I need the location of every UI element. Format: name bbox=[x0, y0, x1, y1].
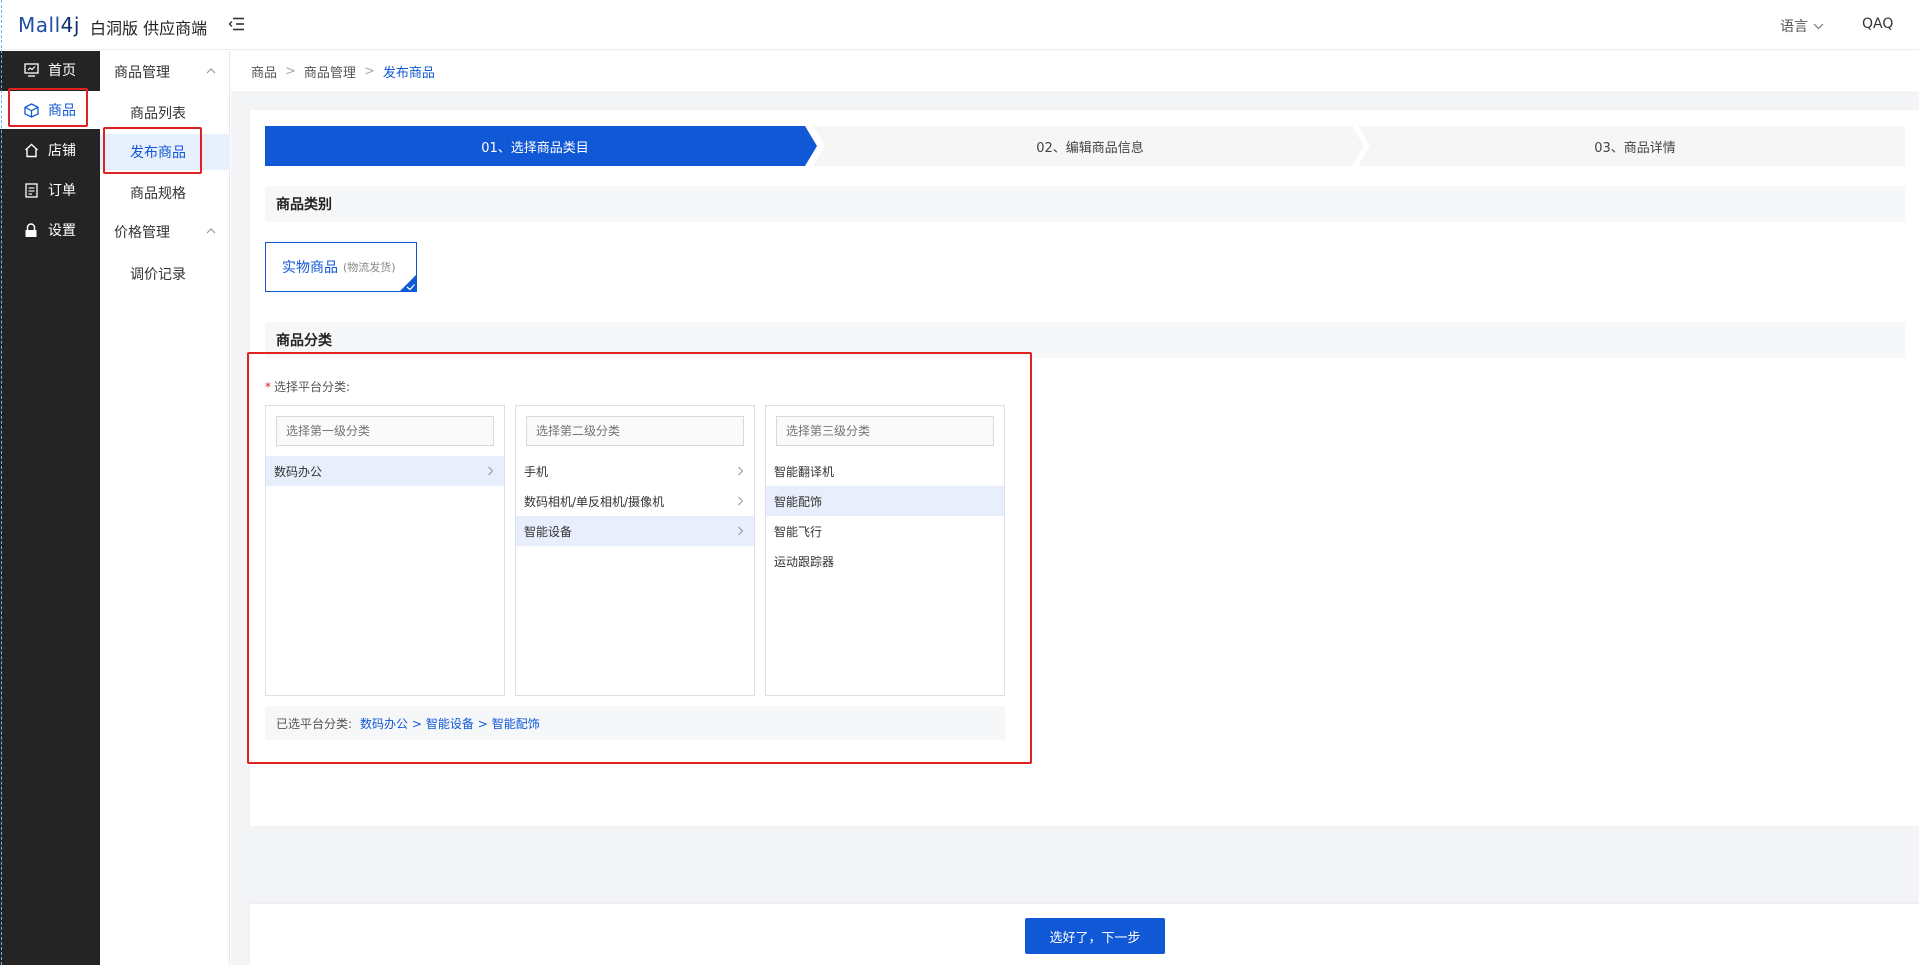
category-option-label: 数码相机/单反相机/摄像机 bbox=[524, 494, 665, 509]
sub-menu: 商品管理 商品列表 发布商品 商品规格 价格管理 调价记录 bbox=[100, 51, 230, 965]
home-monitor-icon bbox=[23, 62, 39, 78]
sidebar-item-product[interactable]: 商品 bbox=[0, 91, 100, 129]
top-header: Mall4j 白洞版 供应商端 语言 QAQ bbox=[0, 0, 1919, 50]
category-option-label: 运动跟踪器 bbox=[774, 554, 835, 569]
chevron-right-icon bbox=[738, 496, 744, 506]
cube-icon bbox=[23, 102, 39, 118]
category-option[interactable]: 数码办公 bbox=[266, 456, 504, 486]
breadcrumb-item[interactable]: 商品管理 bbox=[304, 62, 356, 81]
sidebar-item-label: 订单 bbox=[48, 183, 76, 199]
sidebar-item-settings[interactable]: 设置 bbox=[0, 211, 100, 249]
submenu-group-product-mgmt[interactable]: 商品管理 bbox=[100, 57, 230, 87]
submenu-group-label: 商品管理 bbox=[114, 65, 170, 81]
product-type-sub: (物流发货) bbox=[343, 261, 396, 274]
next-step-button[interactable]: 选好了，下一步 bbox=[1025, 918, 1165, 954]
category-column-level2: 手机 数码相机/单反相机/摄像机 智能设备 bbox=[515, 405, 755, 696]
chevron-right-icon bbox=[488, 466, 494, 476]
category-option-label: 手机 bbox=[524, 464, 549, 479]
category-option[interactable]: 智能翻译机 bbox=[766, 456, 1004, 486]
logo-text-part1: Mall bbox=[18, 13, 61, 37]
sidebar-item-home[interactable]: 首页 bbox=[0, 51, 100, 89]
section-title-category: 商品分类 bbox=[265, 322, 1905, 358]
guide-dashed-line bbox=[1, 0, 2, 965]
logo: Mall4j bbox=[18, 13, 80, 37]
submenu-item-product-list[interactable]: 商品列表 bbox=[100, 95, 230, 131]
selected-category-crumb: 智能配饰 bbox=[491, 716, 540, 731]
step-1-label: 01、选择商品类目 bbox=[481, 140, 589, 156]
category-option-label: 智能飞行 bbox=[774, 524, 823, 539]
sidebar-item-shop[interactable]: 店铺 bbox=[0, 131, 100, 169]
category-option-label: 数码办公 bbox=[274, 464, 323, 479]
category-option[interactable]: 数码相机/单反相机/摄像机 bbox=[516, 486, 754, 516]
selected-category-label: 已选平台分类: bbox=[276, 716, 353, 731]
category-column-level3: 智能翻译机 智能配饰 智能飞行 运动跟踪器 bbox=[765, 405, 1005, 696]
sidebar-item-label: 设置 bbox=[48, 223, 76, 239]
category-option[interactable]: 智能设备 bbox=[516, 516, 754, 546]
breadcrumb-separator-icon: > bbox=[363, 63, 375, 79]
submenu-group-label: 价格管理 bbox=[114, 225, 170, 241]
selected-category-crumb: 数码办公 > bbox=[360, 716, 422, 731]
product-type-card-physical[interactable]: 实物商品 (物流发货) bbox=[265, 242, 417, 292]
logo-text-part2: 4j bbox=[60, 13, 80, 37]
order-icon bbox=[23, 182, 39, 198]
required-star: * bbox=[265, 380, 271, 394]
sidebar-item-label: 首页 bbox=[48, 63, 76, 79]
submenu-group-price-mgmt[interactable]: 价格管理 bbox=[100, 217, 230, 247]
sidebar-item-label: 店铺 bbox=[48, 143, 76, 159]
category-option[interactable]: 智能配饰 bbox=[766, 486, 1004, 516]
app-title: 白洞版 供应商端 bbox=[90, 19, 208, 38]
platform-category-label-text: 选择平台分类: bbox=[274, 380, 351, 394]
breadcrumb: 商品 > 商品管理 > 发布商品 bbox=[231, 51, 1919, 91]
breadcrumb-current: 发布商品 bbox=[382, 65, 435, 81]
step-3-label: 03、商品详情 bbox=[1594, 140, 1676, 156]
user-name[interactable]: QAQ bbox=[1862, 16, 1893, 32]
submenu-item-product-spec[interactable]: 商品规格 bbox=[100, 175, 230, 211]
category-option-label: 智能翻译机 bbox=[774, 464, 835, 479]
category-option[interactable]: 手机 bbox=[516, 456, 754, 486]
category-column-level1: 数码办公 bbox=[265, 405, 505, 696]
selected-category-bar: 已选平台分类: 数码办公 > 智能设备 > 智能配饰 bbox=[265, 706, 1005, 740]
category-search-level1[interactable] bbox=[276, 416, 494, 446]
main-sidebar: 首页 商品 店铺 订单 设置 bbox=[0, 51, 100, 965]
lock-icon bbox=[23, 222, 39, 238]
category-option[interactable]: 智能飞行 bbox=[766, 516, 1004, 546]
chevron-down-icon bbox=[1813, 23, 1824, 29]
category-option-label: 智能配饰 bbox=[774, 494, 823, 509]
category-search-level2[interactable] bbox=[526, 416, 744, 446]
category-search-level3[interactable] bbox=[776, 416, 994, 446]
menu-collapse-icon[interactable] bbox=[228, 17, 245, 31]
section-title-product-type: 商品类别 bbox=[265, 186, 1905, 222]
breadcrumb-separator-icon: > bbox=[285, 63, 296, 79]
submenu-item-publish-product[interactable]: 发布商品 bbox=[100, 134, 230, 170]
submenu-item-label: 商品列表 bbox=[130, 106, 186, 122]
submenu-item-label: 调价记录 bbox=[130, 267, 186, 283]
submenu-item-price-log[interactable]: 调价记录 bbox=[100, 256, 230, 292]
chevron-right-icon bbox=[738, 466, 744, 476]
chevron-up-icon bbox=[206, 68, 216, 74]
submenu-item-label: 商品规格 bbox=[130, 186, 186, 202]
selected-category-crumb: 智能设备 > bbox=[425, 716, 488, 731]
chevron-up-icon bbox=[206, 228, 216, 234]
chevron-right-icon bbox=[738, 526, 744, 536]
step-indicator: 01、选择商品类目 02、编辑商品信息 03、商品详情 bbox=[265, 126, 1905, 166]
language-switcher[interactable]: 语言 bbox=[1780, 16, 1824, 36]
category-option-label: 智能设备 bbox=[524, 524, 573, 539]
product-type-name: 实物商品 bbox=[282, 260, 338, 276]
shop-icon bbox=[23, 142, 39, 158]
submenu-item-label: 发布商品 bbox=[130, 145, 186, 161]
checkmark-corner-icon bbox=[399, 274, 417, 292]
step-2-label: 02、编辑商品信息 bbox=[1036, 140, 1144, 156]
sidebar-item-label: 商品 bbox=[48, 103, 76, 119]
language-label: 语言 bbox=[1780, 19, 1808, 35]
sidebar-item-order[interactable]: 订单 bbox=[0, 171, 100, 209]
category-option[interactable]: 运动跟踪器 bbox=[766, 546, 1004, 576]
breadcrumb-item[interactable]: 商品 bbox=[251, 62, 277, 81]
platform-category-label: * 选择平台分类: bbox=[265, 378, 350, 395]
